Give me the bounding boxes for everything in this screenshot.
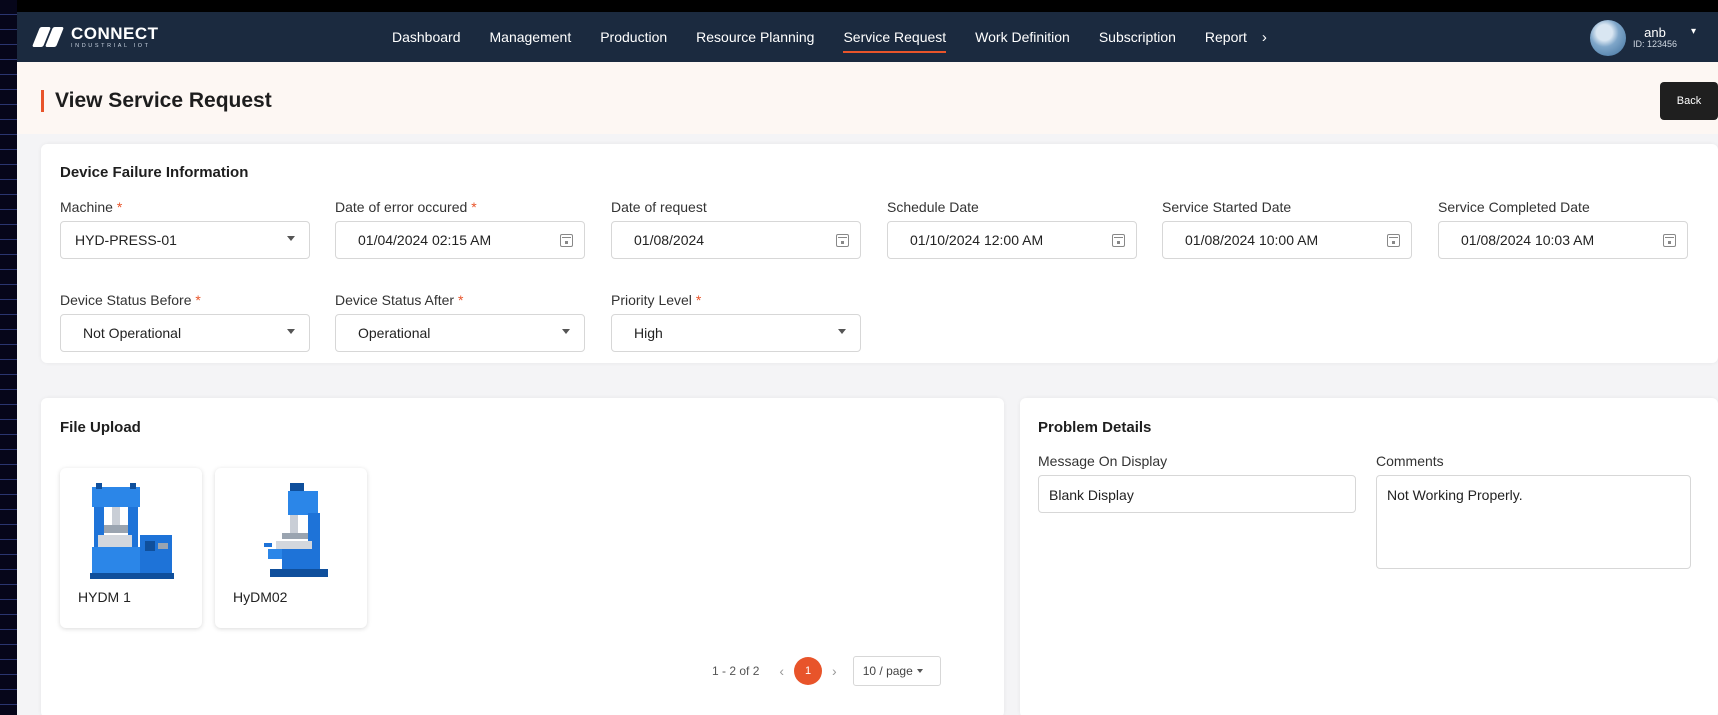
calendar-icon	[560, 234, 573, 247]
device-failure-title: Device Failure Information	[60, 164, 249, 181]
status-after-select[interactable]: Operational	[335, 314, 585, 352]
left-edge-strip	[0, 0, 17, 715]
nav-dashboard[interactable]: Dashboard	[392, 29, 461, 45]
service-completed-label: Service Completed Date	[1438, 199, 1590, 215]
user-name: anb	[1644, 24, 1666, 40]
priority-select[interactable]: High	[611, 314, 861, 352]
pagination-page-1[interactable]: 1	[794, 657, 823, 685]
schedule-date-label: Schedule Date	[887, 199, 979, 215]
comments-label: Comments	[1376, 453, 1444, 469]
nav-management[interactable]: Management	[490, 29, 572, 45]
app-window: CONNECT INDUSTRIAL IOT Dashboard Managem…	[17, 12, 1718, 715]
nav-subscription[interactable]: Subscription	[1099, 29, 1176, 45]
brand-logo-icon	[31, 26, 67, 48]
problem-details-card: Problem Details Message On Display Blank…	[1020, 398, 1718, 715]
machine-chevron-down-icon	[287, 236, 295, 241]
pagination-prev-chevron-icon[interactable]: ‹	[779, 663, 784, 679]
user-avatar[interactable]	[1590, 20, 1626, 56]
status-after-chevron-down-icon	[562, 329, 570, 334]
machine-label: Machine *	[60, 199, 123, 215]
problem-details-title: Problem Details	[1038, 419, 1152, 436]
brand-logo[interactable]: CONNECT INDUSTRIAL IOT	[31, 22, 159, 52]
error-date-picker[interactable]: 01/04/2024 02:15 AM	[335, 221, 585, 259]
request-date-label: Date of request	[611, 199, 707, 215]
file-name: HYDM 1	[78, 589, 131, 605]
user-id: ID: 123456	[1633, 39, 1678, 50]
file-pagination: 1 - 2 of 2 ‹ 1 › 10 / page	[712, 656, 941, 686]
pagination-total: 1 - 2 of 2	[712, 664, 760, 678]
service-started-picker[interactable]: 01/08/2024 10:00 AM	[1162, 221, 1412, 259]
file-upload-title: File Upload	[60, 419, 141, 436]
page-size-chevron-down-icon	[916, 669, 923, 673]
error-date-label: Date of error occured *	[335, 199, 477, 215]
file-tile[interactable]: HYDM 1	[60, 468, 202, 628]
priority-chevron-down-icon	[838, 329, 846, 334]
hydraulic-press-image	[90, 483, 174, 579]
back-button[interactable]: Back	[1660, 82, 1718, 120]
user-menu-caret-icon[interactable]: ▾	[1691, 26, 1696, 37]
nav-more-chevron-icon[interactable]: ›	[1262, 29, 1267, 46]
brand-name: CONNECT	[71, 23, 159, 43]
status-after-label: Device Status After *	[335, 292, 464, 308]
top-navbar: CONNECT INDUSTRIAL IOT Dashboard Managem…	[17, 12, 1718, 62]
calendar-icon	[836, 234, 849, 247]
file-tile[interactable]: HyDM02	[215, 468, 367, 628]
nav-work-definition[interactable]: Work Definition	[975, 29, 1070, 45]
status-before-select[interactable]: Not Operational	[60, 314, 310, 352]
machine-select[interactable]: HYD-PRESS-01	[60, 221, 310, 259]
device-failure-card: Device Failure Information Machine * HYD…	[41, 144, 1718, 363]
status-before-chevron-down-icon	[287, 329, 295, 334]
request-date-picker[interactable]: 01/08/2024	[611, 221, 861, 259]
message-on-display-label: Message On Display	[1038, 453, 1168, 469]
user-menu[interactable]: anb ID: 123456 ▾	[1590, 20, 1696, 56]
page-header: View Service Request	[17, 62, 1718, 134]
priority-label: Priority Level *	[611, 292, 702, 308]
page-title: View Service Request	[41, 90, 272, 112]
page-size-select[interactable]: 10 / page	[852, 656, 941, 686]
nav-service-request[interactable]: Service Request	[843, 29, 946, 53]
message-on-display-input[interactable]: Blank Display	[1038, 475, 1356, 513]
file-name: HyDM02	[233, 589, 288, 605]
nav-production[interactable]: Production	[600, 29, 667, 45]
service-completed-picker[interactable]: 01/08/2024 10:03 AM	[1438, 221, 1688, 259]
comments-textarea[interactable]: Not Working Properly.	[1376, 475, 1691, 569]
calendar-icon	[1387, 234, 1400, 247]
brand-tagline: INDUSTRIAL IOT	[71, 42, 151, 49]
main-nav: Dashboard Management Production Resource…	[392, 12, 1267, 62]
nav-report[interactable]: Report	[1205, 29, 1247, 45]
pagination-next-chevron-icon[interactable]: ›	[832, 663, 837, 679]
service-started-label: Service Started Date	[1162, 199, 1292, 215]
status-before-label: Device Status Before *	[60, 292, 201, 308]
nav-resource-planning[interactable]: Resource Planning	[696, 29, 814, 45]
c-frame-press-image	[264, 483, 328, 577]
calendar-icon	[1112, 234, 1125, 247]
schedule-date-picker[interactable]: 01/10/2024 12:00 AM	[887, 221, 1137, 259]
calendar-icon	[1663, 234, 1676, 247]
